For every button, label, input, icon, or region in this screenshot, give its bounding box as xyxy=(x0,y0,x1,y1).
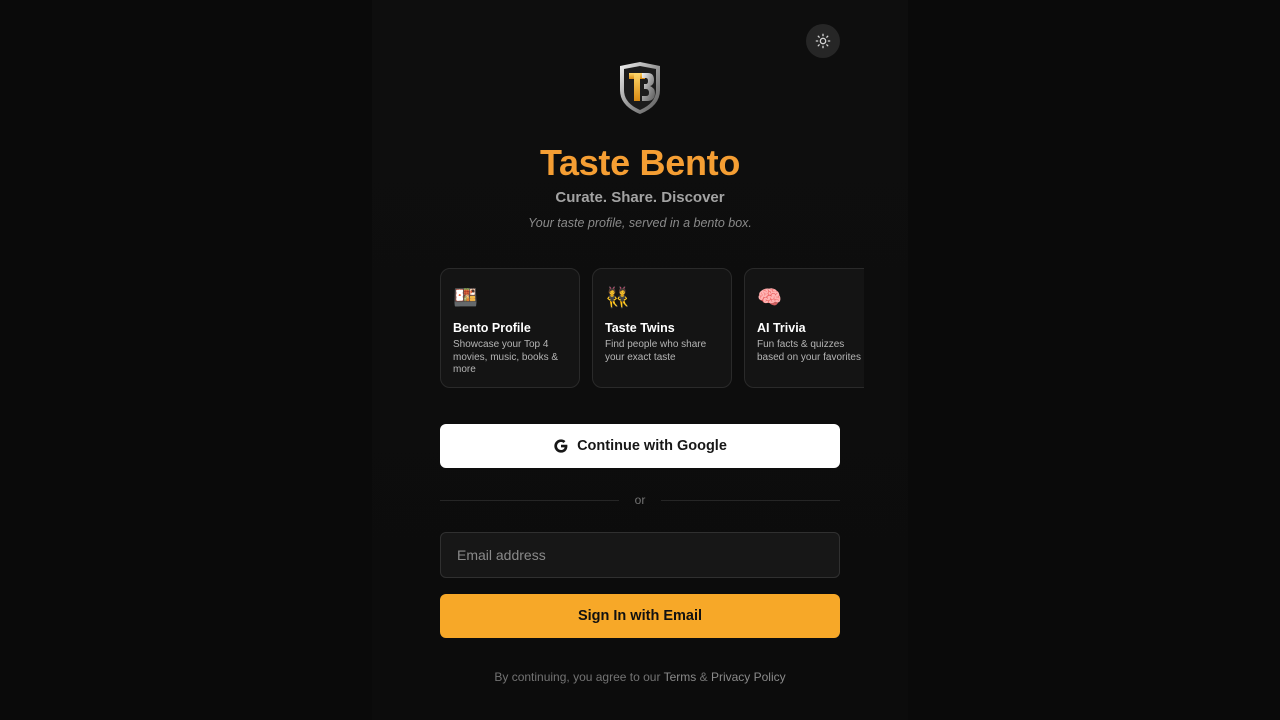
feature-description: Fun facts & quizzes based on your favori… xyxy=(757,339,861,363)
brain-icon: 🧠 xyxy=(757,287,782,309)
legal-prefix: By continuing, you agree to our xyxy=(494,670,664,684)
google-icon xyxy=(554,439,568,453)
feature-carousel[interactable]: 🍱 Bento Profile Showcase your Top 4 movi… xyxy=(440,268,864,388)
divider-label: or xyxy=(634,493,646,507)
theme-toggle-button[interactable] xyxy=(806,24,840,58)
feature-description: Showcase your Top 4 movies, music, books… xyxy=(453,339,559,375)
app-title: Taste Bento xyxy=(539,142,741,183)
email-sign-in-button[interactable]: Sign In with Email xyxy=(440,594,840,638)
feature-card-bento-profile[interactable]: 🍱 Bento Profile Showcase your Top 4 movi… xyxy=(440,268,580,388)
terms-link[interactable]: Terms xyxy=(664,670,697,684)
sun-icon xyxy=(815,33,831,49)
app-tagline: Curate. Share. Discover xyxy=(555,189,725,206)
app-subtagline: Your taste profile, served in a bento bo… xyxy=(528,216,752,230)
divider-line xyxy=(661,499,841,501)
email-input[interactable] xyxy=(440,532,840,578)
feature-title: AI Trivia xyxy=(757,321,806,335)
or-divider: or xyxy=(440,490,841,510)
google-button-label: Continue with Google xyxy=(577,438,727,454)
feature-card-taste-twins[interactable]: 👯 Taste Twins Find people who share your… xyxy=(592,268,732,388)
privacy-policy-link[interactable]: Privacy Policy xyxy=(711,670,786,684)
legal-notice: By continuing, you agree to our Terms & … xyxy=(0,670,1280,684)
tb-shield-logo xyxy=(616,60,664,116)
feature-description: Find people who share your exact taste xyxy=(605,339,707,363)
legal-amp: & xyxy=(696,670,711,684)
google-sign-in-button[interactable]: Continue with Google xyxy=(440,424,840,468)
feature-card-ai-trivia[interactable]: 🧠 AI Trivia Fun facts & quizzes based on… xyxy=(744,268,864,388)
divider-line xyxy=(440,499,619,501)
feature-title: Taste Twins xyxy=(605,321,675,335)
twins-icon: 👯 xyxy=(605,287,630,309)
bento-box-icon: 🍱 xyxy=(453,287,478,309)
feature-title: Bento Profile xyxy=(453,321,531,335)
